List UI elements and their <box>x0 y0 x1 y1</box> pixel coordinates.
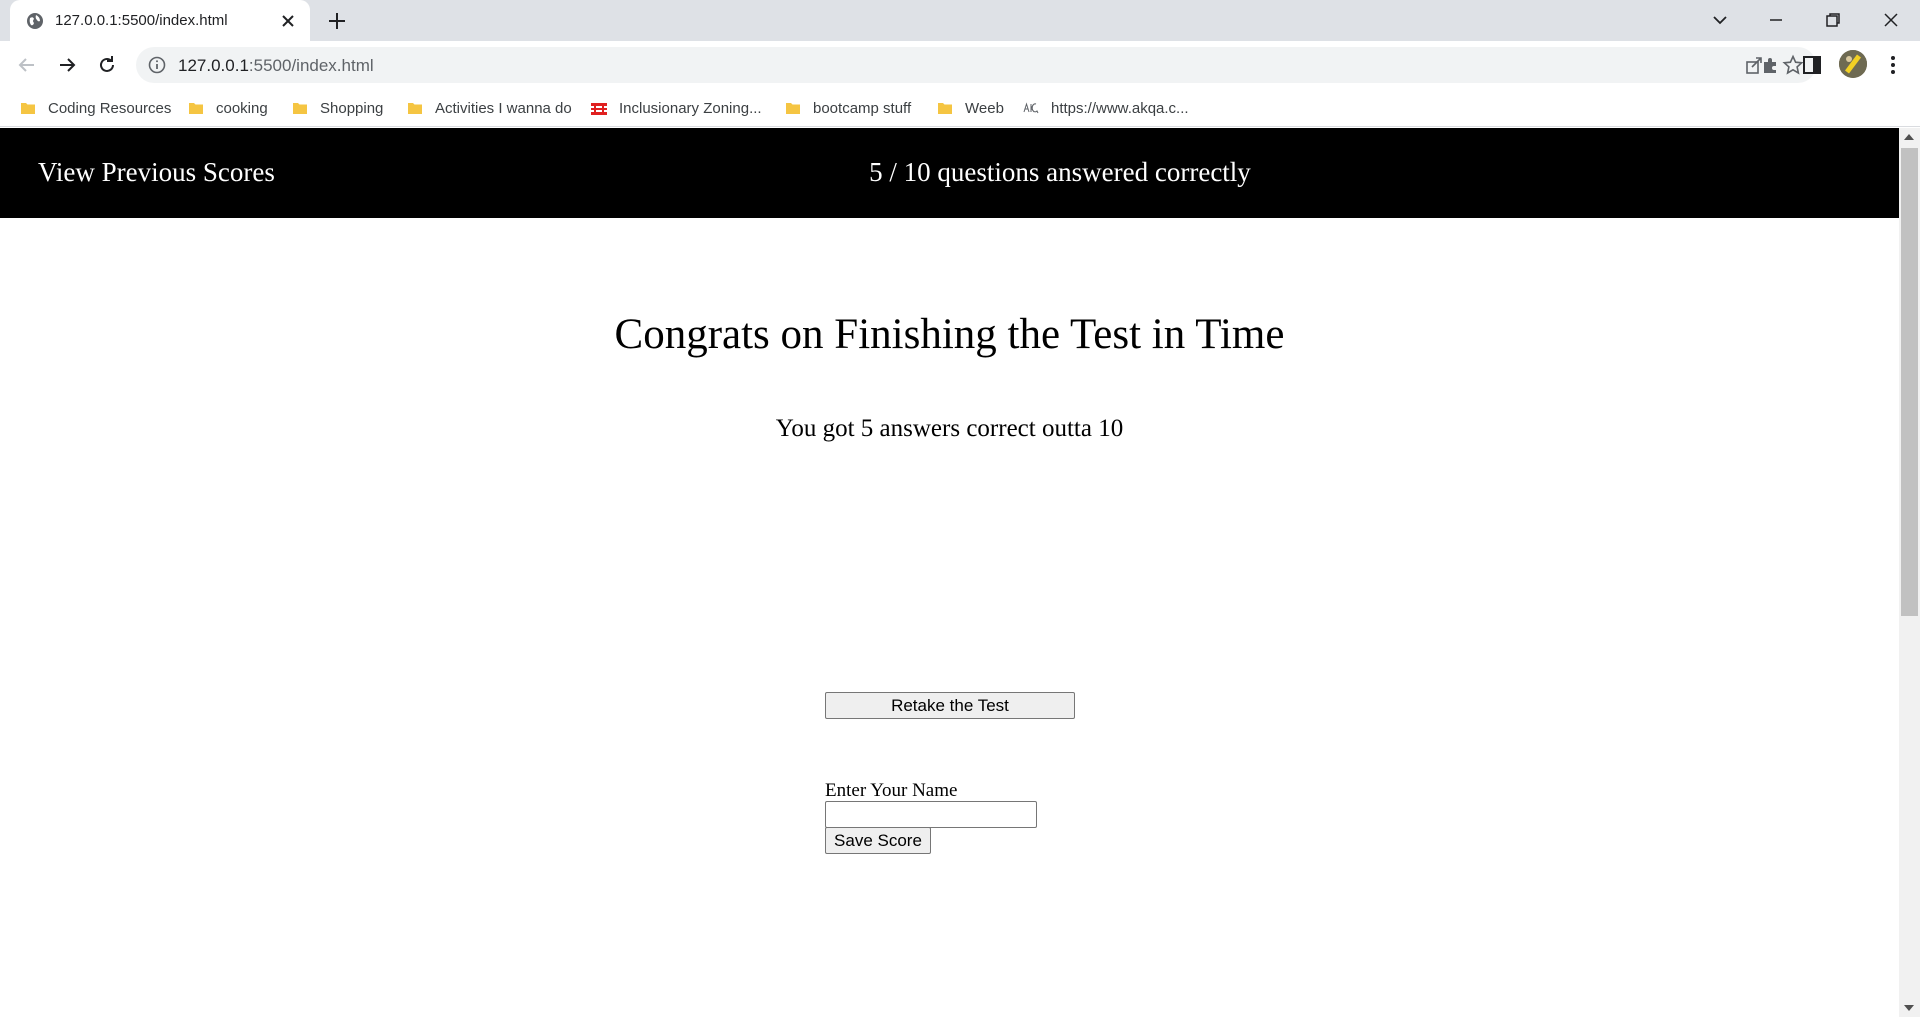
bookmark-label: https://www.akqa.c... <box>1051 99 1189 117</box>
page-viewport: View Previous Scores 5 / 10 questions an… <box>0 128 1920 1017</box>
tab-title: 127.0.0.1:5500/index.html <box>55 12 228 29</box>
quiz-results-page: View Previous Scores 5 / 10 questions an… <box>0 128 1899 1017</box>
side-panel-icon[interactable] <box>1800 53 1824 77</box>
minimize-icon[interactable] <box>1764 8 1788 32</box>
vertical-scrollbar[interactable] <box>1899 128 1920 1017</box>
close-window-icon[interactable] <box>1879 8 1903 32</box>
result-text: You got 5 answers correct outta 10 <box>775 415 1124 442</box>
folder-icon <box>189 103 203 114</box>
scroll-down-arrow-icon[interactable] <box>1904 1005 1914 1011</box>
akqa-icon <box>1023 102 1039 114</box>
bookmark-label: Activities I wanna do <box>435 99 572 117</box>
url-host: 127.0.0.1 <box>178 56 249 75</box>
name-input[interactable] <box>825 801 1037 828</box>
info-icon[interactable] <box>148 56 166 74</box>
folder-icon <box>408 103 422 114</box>
retake-test-button[interactable]: Retake the Test <box>825 692 1075 719</box>
bookmark-label: cooking <box>216 99 268 117</box>
site-icon-red <box>591 103 607 115</box>
address-bar[interactable]: 127.0.0.1:5500/index.html <box>136 47 1816 83</box>
browser-toolbar: 127.0.0.1:5500/index.html <box>0 41 1920 89</box>
globe-icon <box>27 13 43 29</box>
folder-icon <box>938 103 952 114</box>
url-text[interactable]: 127.0.0.1:5500/index.html <box>178 56 374 76</box>
chrome-menu-icon[interactable] <box>1881 53 1905 77</box>
browser-tab[interactable]: 127.0.0.1:5500/index.html <box>10 0 310 41</box>
url-path: :5500/index.html <box>248 56 374 75</box>
bookmark-akqa[interactable]: https://www.akqa.c... <box>1023 95 1189 121</box>
restore-icon[interactable] <box>1821 8 1845 32</box>
scroll-up-arrow-icon[interactable] <box>1904 134 1914 140</box>
save-score-button[interactable]: Save Score <box>825 827 931 854</box>
view-previous-scores-link[interactable]: View Previous Scores <box>38 157 275 188</box>
close-tab-icon[interactable] <box>278 11 298 31</box>
profile-picture-icon <box>1839 50 1867 78</box>
bookmarks-bar: Coding Resources cooking Shopping Activi… <box>0 89 1920 127</box>
bookmark-label: bootcamp stuff <box>813 99 912 117</box>
forward-arrow-icon[interactable] <box>55 53 79 77</box>
bookmark-coding-resources[interactable]: Coding Resources <box>20 95 171 121</box>
bookmark-inclusionary-zoning[interactable]: Inclusionary Zoning... <box>591 95 762 121</box>
tab-search-chevron-icon[interactable] <box>1708 8 1732 32</box>
bookmark-weeb[interactable]: Weeb <box>937 95 1004 121</box>
name-label: Enter Your Name <box>825 780 958 801</box>
bookmark-label: Inclusionary Zoning... <box>619 99 762 117</box>
new-tab-icon[interactable] <box>326 10 348 32</box>
scrollbar-thumb[interactable] <box>1901 148 1918 616</box>
folder-icon <box>21 103 35 114</box>
bookmark-label: Coding Resources <box>48 99 172 117</box>
back-arrow-icon[interactable] <box>15 53 39 77</box>
page-title: Congrats on Finishing the Test in Time <box>614 311 1285 358</box>
bookmark-shopping[interactable]: Shopping <box>292 95 383 121</box>
folder-icon <box>786 103 800 114</box>
bookmark-label: Weeb <box>965 99 1004 117</box>
bookmark-bootcamp-stuff[interactable]: bootcamp stuff <box>785 95 911 121</box>
page-header: View Previous Scores 5 / 10 questions an… <box>0 128 1899 218</box>
bookmark-cooking[interactable]: cooking <box>188 95 268 121</box>
bookmark-activities[interactable]: Activities I wanna do <box>407 95 572 121</box>
bookmark-label: Shopping <box>320 99 384 117</box>
profile-avatar[interactable] <box>1839 50 1867 78</box>
tab-strip: 127.0.0.1:5500/index.html <box>0 0 1920 41</box>
extensions-puzzle-icon[interactable] <box>1759 53 1783 77</box>
folder-icon <box>293 103 307 114</box>
score-summary: 5 / 10 questions answered correctly <box>869 157 1251 187</box>
reload-icon[interactable] <box>95 53 119 77</box>
